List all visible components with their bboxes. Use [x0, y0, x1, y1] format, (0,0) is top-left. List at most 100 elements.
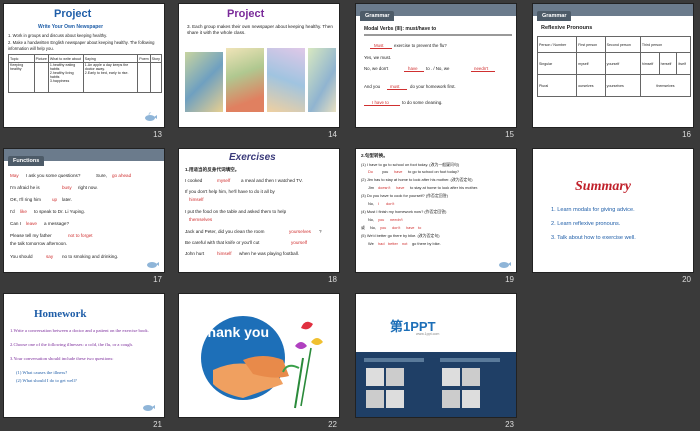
slide-thumbnail-22[interactable]: Thank you 22 — [175, 290, 343, 431]
slide-subtitle: Write Your Own Newspaper — [38, 24, 104, 30]
exercise-item: I cooked — [185, 178, 203, 183]
answer-text: leave — [26, 221, 37, 226]
exercise-item: 或 — [361, 225, 365, 230]
exercise-item: (3) Do you have to cook for yourself? (作… — [361, 193, 448, 198]
info-line — [364, 358, 424, 362]
slide-number: 20 — [682, 275, 691, 284]
slide-number: 13 — [153, 130, 162, 139]
newspaper-image — [185, 52, 223, 112]
slide-thumbnail-16[interactable]: Grammar Reflexive Pronouns Person / Numb… — [529, 0, 697, 141]
slide-line: OK, I'll ring him — [10, 197, 41, 202]
homework-item: 3.Your conversation should include these… — [10, 356, 114, 361]
slide-line: I ask you some questions? — [26, 173, 81, 178]
homework-item: 1.Write a conversation between a doctor … — [10, 328, 149, 333]
newspaper-image — [308, 48, 336, 112]
slide-line: to . / No, we — [426, 66, 450, 71]
slide-line: Yes, we must. — [364, 55, 392, 60]
table-header: Topic — [8, 54, 35, 63]
answer-text: yourselves — [289, 229, 311, 234]
slide-title: Project — [54, 8, 92, 20]
table-header: Second person — [604, 36, 641, 53]
qr-code — [462, 390, 480, 408]
table-cell: himself — [639, 52, 660, 75]
exercise-item: Jim — [368, 185, 375, 190]
table-header: What to write about — [47, 54, 84, 63]
answer-text: don't — [392, 225, 401, 230]
slide-title: Exercises — [229, 152, 276, 163]
slide-number: 21 — [153, 420, 162, 429]
answer-text: better — [388, 241, 398, 246]
slide-line: do your homework first. — [410, 84, 456, 89]
slide-number: 17 — [153, 275, 162, 284]
slide-line: exercise to prevent the flu? — [394, 43, 447, 48]
slide-title: Summary — [575, 179, 632, 194]
slide-line: 2. Make a handwritten English newspaper … — [8, 40, 155, 51]
table-cell: 1.healthy eating habits 2.healthy living… — [47, 62, 84, 93]
info-line — [440, 358, 500, 362]
row-label: Plural — [536, 74, 578, 97]
slide-thumbnail-14[interactable]: Project 3. Each group makes their own ne… — [175, 0, 343, 141]
exercise-item: to go to school on foot today? — [408, 169, 460, 174]
exercise-item: No, — [370, 225, 377, 230]
answer-text: to — [418, 225, 422, 230]
table-cell — [33, 62, 49, 93]
logo-area — [356, 294, 516, 352]
thank-you-caption: Thank you — [199, 324, 270, 340]
whale-icon — [145, 112, 157, 121]
exercise-item: (4) Must I finish my homework now? (作否定回… — [361, 209, 447, 214]
slide-number: 23 — [505, 420, 514, 429]
answer-text: have — [394, 169, 403, 174]
slide-number: 19 — [505, 275, 514, 284]
slide-line: the talk tomorrow afternoon. — [10, 241, 68, 246]
slide-thumbnail-19[interactable]: 2.句型转换。 (1) I have to go to school on fo… — [352, 145, 520, 286]
instruction: 1.用适当的反身代词填空。 — [185, 167, 240, 172]
table-header: Person / Number — [536, 36, 578, 53]
slide-line: And you — [364, 84, 381, 89]
exercise-item: Be careful with that knife or you'll cut — [185, 240, 260, 245]
answer-text: you — [378, 217, 385, 222]
qr-code — [386, 368, 404, 386]
qr-code — [366, 390, 384, 408]
grammar-tab: Grammar — [537, 11, 572, 21]
slide-line: a message? — [44, 221, 70, 226]
table-header: Picture — [33, 54, 49, 63]
table-header: First person — [576, 36, 606, 53]
exercise-item: If you don't help him, he'll have to do … — [185, 189, 275, 194]
answer-text: himself — [189, 197, 204, 202]
slide-thumbnail-20[interactable]: Summary 1. Learn modals for giving advic… — [529, 145, 697, 286]
slide-text: 3. Each group makes their own newspaper … — [187, 24, 333, 35]
qr-code — [386, 390, 404, 408]
slide-thumbnail-13[interactable]: Project Write Your Own Newspaper 1. Work… — [0, 0, 168, 141]
exercise-item: ? — [319, 229, 322, 234]
table-cell: Keeping healthy — [8, 62, 35, 93]
table-header: Poem — [137, 54, 151, 63]
table-header: Story — [149, 54, 163, 63]
slide-thumbnail-21[interactable]: Homework 1.Write a conversation between … — [0, 290, 168, 431]
answer-text: like — [20, 209, 27, 214]
answer-text: had — [378, 241, 385, 246]
homework-question: (2) What should I do to get well? — [16, 378, 77, 383]
grammar-tab: Grammar — [360, 11, 395, 21]
whale-icon — [499, 262, 511, 268]
exercise-item: No, — [368, 217, 375, 222]
table-cell: yourself — [604, 52, 641, 75]
exercise-item: Jack and Peter, did you clean the room — [185, 229, 265, 234]
answer-text: have — [396, 185, 405, 190]
table-cell: yourselves — [604, 74, 641, 97]
slide-title: Homework — [34, 308, 87, 320]
slide-heading: Modal Verbs (III): must/have to — [364, 26, 437, 32]
slide-line: No, we don't — [364, 66, 389, 71]
answer-text: up — [52, 197, 58, 202]
slide-thumbnail-17[interactable]: Functions May I ask you some questions? … — [0, 145, 168, 286]
answer-underline — [387, 89, 407, 90]
slide-line: right now. — [78, 185, 98, 190]
slide-thumbnail-18[interactable]: Exercises 1.用适当的反身代词填空。 I cooked myself … — [175, 145, 343, 286]
slide-thumbnail-23[interactable]: 第1PPT www.1ppt.com 23 — [352, 290, 520, 431]
answer-text: have — [406, 225, 415, 230]
table-header: Saying — [82, 54, 139, 63]
qr-code — [462, 368, 480, 386]
slide-thumbnail-15[interactable]: Grammar Modal Verbs (III): must/have to … — [352, 0, 520, 141]
slide-line: I'm afraid he is — [10, 185, 40, 190]
slide-line: Sure, — [96, 173, 107, 178]
functions-tab: Functions — [8, 156, 45, 166]
